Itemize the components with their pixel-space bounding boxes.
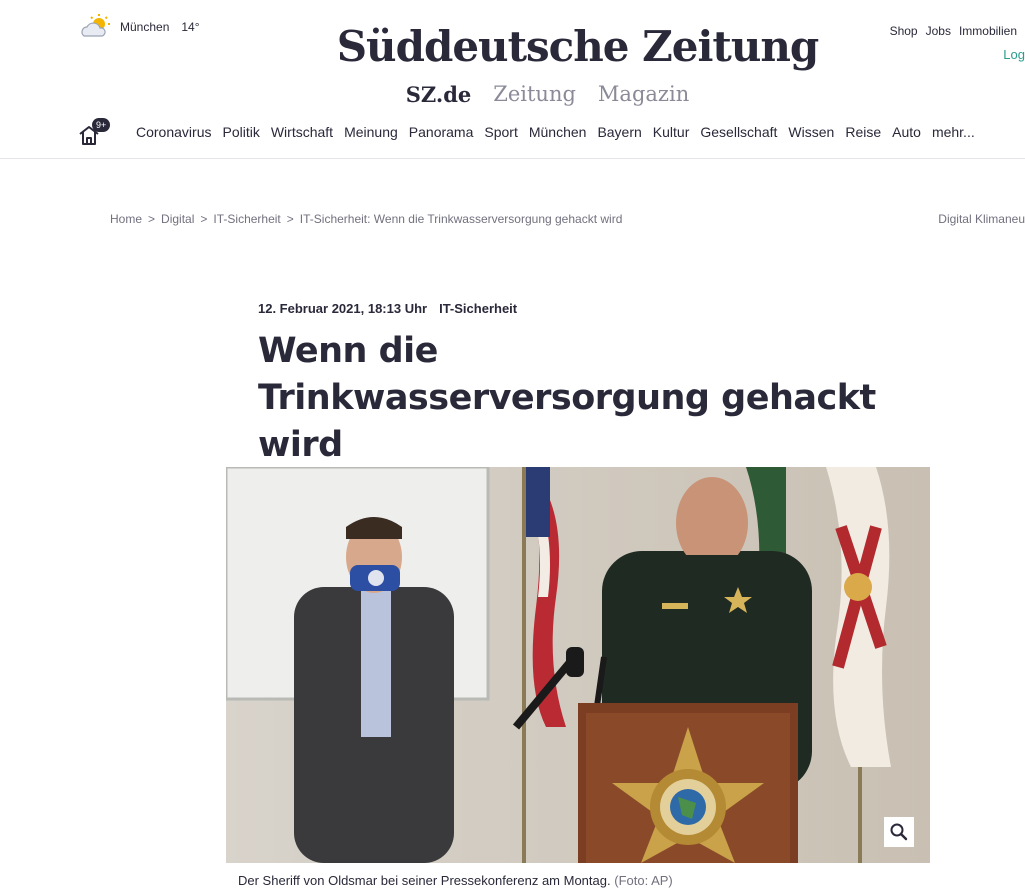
nav-item-muenchen[interactable]: München: [529, 124, 587, 140]
breadcrumb-it-sicherheit[interactable]: IT-Sicherheit: [213, 212, 280, 226]
section-sz-de[interactable]: SZ.de: [406, 82, 471, 107]
nav-item-kultur[interactable]: Kultur: [653, 124, 690, 140]
nav-item-coronavirus[interactable]: Coronavirus: [136, 124, 211, 140]
nav-item-meinung[interactable]: Meinung: [344, 124, 398, 140]
nav-item-wirtschaft[interactable]: Wirtschaft: [271, 124, 333, 140]
article-meta: 12. Februar 2021, 18:13 Uhr IT-Sicherhei…: [258, 301, 517, 316]
breadcrumb-separator: >: [148, 212, 156, 226]
notification-badge: 9+: [92, 118, 111, 132]
topic-links[interactable]: Digital Klimaneu: [938, 212, 1025, 226]
article-image[interactable]: [226, 467, 930, 863]
nav-item-bayern[interactable]: Bayern: [597, 124, 641, 140]
caption-credit: (Foto: AP): [614, 873, 673, 888]
section-switcher: SZ.de Zeitung Magazin: [0, 82, 1025, 107]
nav-item-panorama[interactable]: Panorama: [409, 124, 474, 140]
nav-item-wissen[interactable]: Wissen: [788, 124, 834, 140]
nav-items: Coronavirus Politik Wirtschaft Meinung P…: [136, 124, 975, 140]
article-date: 12. Februar 2021, 18:13 Uhr: [258, 301, 428, 316]
top-links: Shop Jobs Immobilien: [890, 24, 1017, 38]
nav-item-auto[interactable]: Auto: [892, 124, 921, 140]
section-zeitung[interactable]: Zeitung: [493, 82, 576, 107]
login-link[interactable]: Log: [1003, 47, 1025, 62]
article-headline: Wenn die Trinkwasserversorgung gehackt w…: [258, 331, 876, 465]
breadcrumb-home[interactable]: Home: [110, 212, 142, 226]
top-link-shop[interactable]: Shop: [890, 24, 918, 38]
home-button[interactable]: 9+: [78, 118, 111, 145]
image-caption: Der Sheriff von Oldsmar bei seiner Press…: [238, 873, 673, 888]
top-link-immobilien[interactable]: Immobilien: [959, 24, 1017, 38]
press-conference-photo: [226, 467, 930, 863]
section-magazin[interactable]: Magazin: [598, 82, 689, 107]
main-nav: 9+ Coronavirus Politik Wirtschaft Meinun…: [78, 118, 975, 145]
breadcrumb: Home > Digital > IT-Sicherheit > IT-Sich…: [110, 212, 622, 226]
nav-item-politik[interactable]: Politik: [222, 124, 259, 140]
zoom-button[interactable]: [884, 817, 914, 847]
article-topic[interactable]: IT-Sicherheit: [439, 301, 517, 316]
nav-item-more[interactable]: mehr...: [932, 124, 975, 140]
search-icon: [890, 823, 908, 841]
site-logo[interactable]: Süddeutsche Zeitung: [0, 22, 1025, 71]
header-divider: [0, 158, 1025, 159]
breadcrumb-separator: >: [200, 212, 208, 226]
logo-text: Süddeutsche Zeitung: [336, 22, 820, 71]
breadcrumb-current: IT-Sicherheit: Wenn die Trinkwasserverso…: [299, 212, 623, 226]
top-link-jobs[interactable]: Jobs: [926, 24, 951, 38]
breadcrumb-separator: >: [286, 212, 294, 226]
breadcrumb-digital[interactable]: Digital: [161, 212, 194, 226]
nav-item-reise[interactable]: Reise: [845, 124, 881, 140]
nav-item-gesellschaft[interactable]: Gesellschaft: [700, 124, 777, 140]
nav-item-sport[interactable]: Sport: [484, 124, 517, 140]
caption-text: Der Sheriff von Oldsmar bei seiner Press…: [238, 873, 611, 888]
